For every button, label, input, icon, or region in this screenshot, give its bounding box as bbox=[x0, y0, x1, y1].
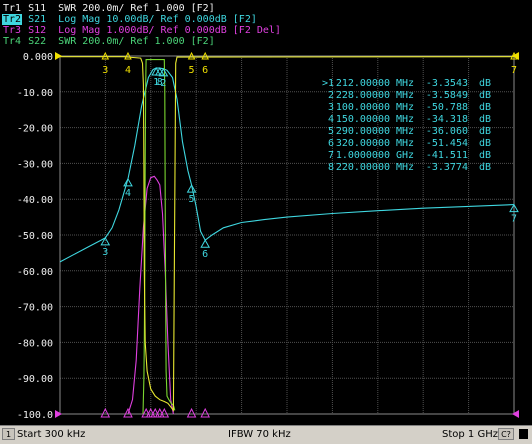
trace-marker-label-7: 7 bbox=[511, 214, 517, 225]
top-marker-label-7: 7 bbox=[511, 65, 517, 76]
marker-value: -3.5849 bbox=[426, 90, 468, 101]
marker-value-unit: dB bbox=[479, 114, 491, 125]
marker-frequency: 320.00000 bbox=[336, 138, 390, 149]
marker-frequency: 220.00000 bbox=[336, 162, 390, 173]
reference-arrow-left-bottom bbox=[55, 410, 62, 418]
marker-frequency: 290.00000 bbox=[336, 126, 390, 137]
trace-marker-label-5: 5 bbox=[189, 194, 195, 205]
marker-unit: MHz bbox=[396, 162, 414, 173]
trace-marker-label-6: 6 bbox=[202, 249, 208, 260]
bottom-marker bbox=[186, 407, 197, 418]
marker-unit: MHz bbox=[396, 126, 414, 137]
reference-arrow-right-bottom bbox=[512, 410, 519, 418]
marker-unit: MHz bbox=[396, 114, 414, 125]
trace-tr4[interactable] bbox=[142, 59, 176, 415]
channel-icon[interactable]: 1 bbox=[2, 428, 15, 440]
vna-screen: Tr1 S11 SWR 200.0m/ Ref 1.000 [F2] Tr2 S2… bbox=[0, 0, 532, 444]
marker-value: -41.511 bbox=[426, 150, 468, 161]
marker-id: 7 bbox=[328, 150, 334, 161]
calibration-status-text: C? bbox=[501, 430, 511, 439]
marker-id: >1 bbox=[322, 78, 334, 89]
marker-unit: MHz bbox=[396, 102, 414, 113]
marker-frequency: 150.00000 bbox=[336, 114, 390, 125]
plot-area[interactable]: 0.000 -10.00 -20.00 -30.00 -40.00 -50.00 -60.0… bbox=[0, 0, 532, 425]
marker-unit: MHz bbox=[396, 90, 414, 101]
y-tick-label: -40.00 bbox=[17, 195, 53, 206]
trace-marker-label-4: 4 bbox=[125, 188, 131, 199]
marker-id: 5 bbox=[328, 126, 334, 137]
start-frequency[interactable]: Start 300 kHz bbox=[17, 429, 85, 440]
trace-marker-6[interactable] bbox=[200, 239, 211, 248]
marker-frequency: 1.0000000 bbox=[336, 150, 390, 161]
marker-frequency: 228.00000 bbox=[336, 90, 390, 101]
marker-value: -34.318 bbox=[426, 114, 468, 125]
y-tick-label: -90.00 bbox=[17, 374, 53, 385]
top-marker-label-6: 6 bbox=[202, 65, 208, 76]
marker-value: -50.788 bbox=[426, 102, 468, 113]
top-marker-label-5: 5 bbox=[189, 65, 195, 76]
marker-id: 8 bbox=[328, 162, 334, 173]
marker-frequency: 100.00000 bbox=[336, 102, 390, 113]
marker-value-unit: dB bbox=[479, 162, 491, 173]
marker-value-unit: dB bbox=[479, 90, 491, 101]
marker-id: 6 bbox=[328, 138, 334, 149]
y-tick-label: -50.00 bbox=[17, 231, 53, 242]
reference-arrow-left-top bbox=[55, 52, 62, 60]
trace-marker-label-3: 3 bbox=[102, 247, 108, 258]
ifbw-label[interactable]: IFBW 70 kHz bbox=[228, 429, 291, 440]
y-tick-label: -60.00 bbox=[17, 267, 53, 278]
marker-value: -51.454 bbox=[426, 138, 468, 149]
top-marker-label-4: 4 bbox=[125, 65, 131, 76]
marker-value: -3.3543 bbox=[426, 78, 468, 89]
y-tick-label: -10.00 bbox=[17, 88, 53, 99]
y-tick-label: -70.00 bbox=[17, 303, 53, 314]
marker-value-unit: dB bbox=[479, 78, 491, 89]
marker-value-unit: dB bbox=[479, 102, 491, 113]
marker-unit: MHz bbox=[396, 78, 414, 89]
marker-value-unit: dB bbox=[479, 138, 491, 149]
marker-value: -3.3774 bbox=[426, 162, 468, 173]
y-tick-label: -30.00 bbox=[17, 159, 53, 170]
status-bar: 1 Start 300 kHz IFBW 70 kHz Stop 1 GHz C… bbox=[0, 425, 532, 444]
y-tick-label: 0.000 bbox=[23, 52, 53, 63]
marker-value-unit: dB bbox=[479, 150, 491, 161]
marker-value-unit: dB bbox=[479, 126, 491, 137]
top-marker-label-3: 3 bbox=[102, 65, 108, 76]
marker-id: 2 bbox=[328, 90, 334, 101]
marker-id: 3 bbox=[328, 102, 334, 113]
bottom-marker bbox=[200, 407, 210, 418]
marker-unit: MHz bbox=[396, 138, 414, 149]
y-tick-label: -80.00 bbox=[17, 338, 53, 349]
calibration-status-icon[interactable]: C? bbox=[498, 428, 514, 440]
trace-marker-label-8: 8 bbox=[157, 77, 163, 88]
marker-value: -36.060 bbox=[426, 126, 468, 137]
status-indicator-icon bbox=[519, 429, 528, 439]
stop-frequency[interactable]: Stop 1 GHz bbox=[442, 429, 498, 440]
marker-unit: GHz bbox=[396, 150, 414, 161]
y-tick-label: -20.00 bbox=[17, 124, 53, 135]
marker-id: 4 bbox=[328, 114, 334, 125]
marker-frequency: 212.00000 bbox=[336, 78, 390, 89]
y-tick-label: -100.0 bbox=[17, 410, 53, 421]
